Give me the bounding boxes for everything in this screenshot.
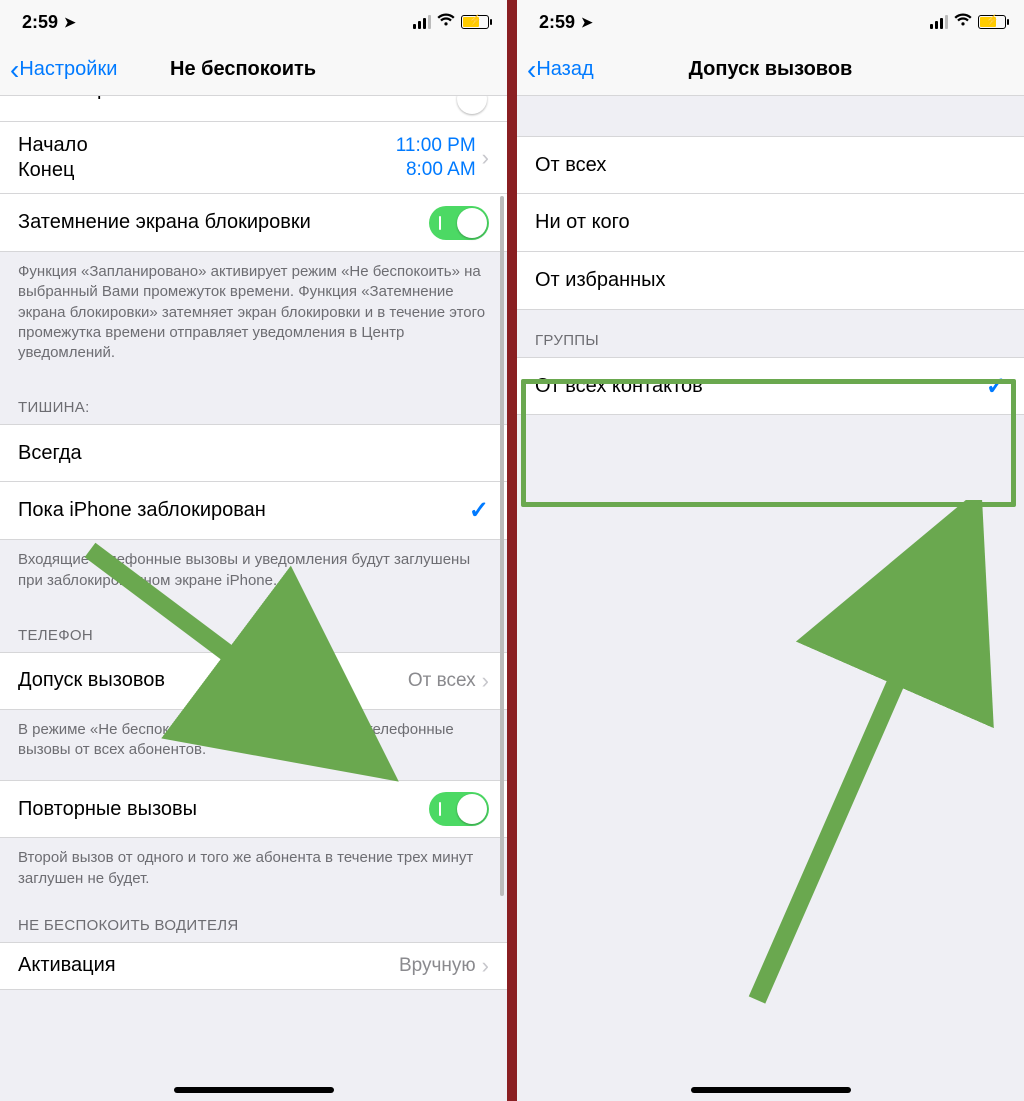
option-all-contacts-row[interactable]: От всех контактов ✓ [517,357,1024,415]
battery-charging-icon: ⚡ [461,15,489,29]
cellular-signal-icon [413,15,431,29]
status-time: 2:59 [22,12,58,33]
dim-toggle[interactable] [429,206,489,240]
start-label: Начало [18,134,88,157]
back-button[interactable]: ‹ Назад [527,56,594,84]
option-favorites-label: От избранных [535,269,666,292]
nav-bar: ‹ Настройки Не беспокоить [0,44,507,96]
scrollbar[interactable] [500,196,504,896]
dim-label: Затемнение экрана блокировки [18,211,311,234]
repeat-calls-label: Повторные вызовы [18,798,197,821]
activation-value: Вручную [399,955,476,977]
allow-calls-row[interactable]: Допуск вызовов От всех › [0,652,507,710]
checkmark-icon: ✓ [986,372,1006,401]
chevron-right-icon: › [482,668,489,694]
silence-locked-label: Пока iPhone заблокирован [18,499,266,522]
status-bar: 2:59 ➤ ⚡ [517,0,1024,44]
option-all-contacts-label: От всех контактов [535,375,703,398]
activation-row[interactable]: Активация Вручную › [0,942,507,990]
end-label: Конец [18,159,88,182]
status-bar: 2:59 ➤ ⚡ [0,0,507,44]
start-value: 11:00 PM [396,135,476,157]
allow-calls-label: Допуск вызовов [18,669,165,692]
driver-header: НЕ БЕСПОКОИТЬ ВОДИТЕЛЯ [0,903,507,942]
chevron-left-icon: ‹ [527,56,536,84]
repeat-calls-row[interactable]: Повторные вызовы [0,780,507,838]
option-favorites-row[interactable]: От избранных [517,252,1024,310]
phone-screen-allow-calls: 2:59 ➤ ⚡ ‹ Назад Допуск вызовов От всех [517,0,1024,1101]
settings-scroll[interactable]: Запланировано Начало Конец 11:00 PM 8:00… [0,96,507,1101]
allow-calls-footer: В режиме «Не беспокоить» разрешить входя… [0,710,507,775]
battery-charging-icon: ⚡ [978,15,1006,29]
dim-lock-screen-row[interactable]: Затемнение экрана блокировки [0,194,507,252]
back-label: Настройки [19,58,117,81]
home-indicator[interactable] [691,1087,851,1093]
scheduled-row-partial[interactable]: Запланировано [0,96,507,122]
home-indicator[interactable] [174,1087,334,1093]
status-time: 2:59 [539,12,575,33]
scheduled-label: Запланировано [18,96,163,101]
silence-footer: Входящие телефонные вызовы и уведомления… [0,540,507,605]
end-value: 8:00 AM [396,159,476,181]
wifi-icon [437,13,455,32]
repeat-calls-footer: Второй вызов от одного и того же абонент… [0,838,507,903]
back-label: Назад [536,58,593,81]
schedule-time-row[interactable]: Начало Конец 11:00 PM 8:00 AM › [0,122,507,194]
silence-header: ТИШИНА: [0,377,507,424]
option-everyone-label: От всех [535,154,606,177]
repeat-calls-toggle[interactable] [429,792,489,826]
activation-label: Активация [18,954,116,977]
phone-header: ТЕЛЕФОН [0,605,507,652]
option-noone-row[interactable]: Ни от кого [517,194,1024,252]
silence-always-row[interactable]: Всегда [0,424,507,482]
screenshot-divider [507,0,517,1101]
back-button[interactable]: ‹ Настройки [10,56,117,84]
chevron-right-icon: › [482,145,489,171]
scheduled-footer: Функция «Запланировано» активирует режим… [0,252,507,377]
location-icon: ➤ [64,14,76,31]
silence-locked-row[interactable]: Пока iPhone заблокирован ✓ [0,482,507,540]
silence-always-label: Всегда [18,442,82,465]
cellular-signal-icon [930,15,948,29]
location-icon: ➤ [581,14,593,31]
allow-calls-value: От всех [408,670,476,692]
chevron-right-icon: › [482,953,489,979]
chevron-left-icon: ‹ [10,56,19,84]
option-everyone-row[interactable]: От всех [517,136,1024,194]
groups-header: ГРУППЫ [517,310,1024,357]
checkmark-icon: ✓ [469,496,489,525]
option-noone-label: Ни от кого [535,211,630,234]
phone-screen-do-not-disturb: 2:59 ➤ ⚡ ‹ Настройки Не беспокоить Запла… [0,0,507,1101]
nav-bar: ‹ Назад Допуск вызовов [517,44,1024,96]
wifi-icon [954,13,972,32]
allow-calls-content: От всех Ни от кого От избранных ГРУППЫ О… [517,96,1024,1101]
